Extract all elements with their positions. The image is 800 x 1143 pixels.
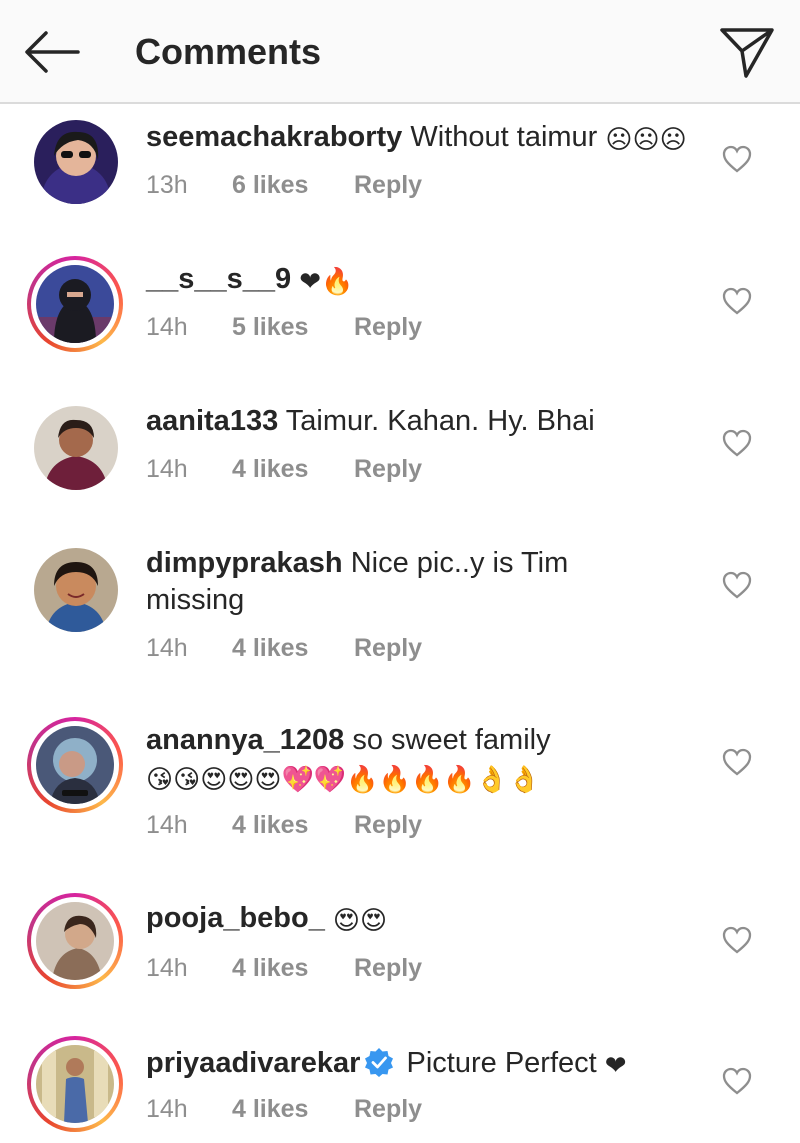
like-heart-icon[interactable] [721, 286, 753, 316]
arrow-left-icon [25, 31, 80, 73]
reply-button[interactable]: Reply [354, 952, 422, 984]
comment-body: Picture Perfect [406, 1047, 597, 1079]
comment-username[interactable]: aanita133 [146, 405, 278, 437]
comment-body: Without taimur [410, 121, 598, 153]
comment-emojis: ❤ [604, 1050, 627, 1080]
comment-time: 14h [146, 455, 188, 483]
comment-text: pooja_bebo_ 😍😍 [146, 900, 706, 937]
comment-username[interactable]: dimpyprakash [146, 547, 343, 579]
comment-text: aanita133 Taimur. Kahan. Hy. Bhai [146, 403, 706, 440]
likes-count[interactable]: 4 likes [232, 1093, 308, 1125]
avatar[interactable] [34, 120, 118, 204]
comment-body: Taimur. Kahan. Hy. Bhai [285, 405, 595, 437]
comment-emojis: ☹☹☹ [605, 124, 687, 154]
comment-emojis: 😍😍 [332, 905, 388, 935]
comment-emojis: ❤🔥 [299, 266, 354, 296]
avatar[interactable] [27, 1036, 123, 1132]
avatar-image [34, 120, 118, 204]
paper-plane-icon [720, 28, 774, 78]
comment-emojis: 😘😘😍😍😍💖💖🔥🔥🔥🔥👌👌 [146, 764, 541, 794]
share-button[interactable] [718, 24, 776, 80]
verified-badge-icon [365, 1048, 394, 1077]
avatar-image [36, 726, 114, 804]
reply-button[interactable]: Reply [354, 809, 422, 841]
like-heart-icon[interactable] [721, 570, 753, 600]
comment-time: 14h [146, 1095, 188, 1123]
likes-count[interactable]: 6 likes [232, 169, 308, 201]
avatar[interactable] [27, 717, 123, 813]
comment-time: 13h [146, 171, 188, 199]
reply-button[interactable]: Reply [354, 311, 422, 343]
avatar-image [36, 902, 114, 980]
reply-button[interactable]: Reply [354, 169, 422, 201]
likes-count[interactable]: 4 likes [232, 632, 308, 664]
like-heart-icon[interactable] [721, 1066, 753, 1096]
avatar-image [36, 1045, 114, 1123]
like-heart-icon[interactable] [721, 925, 753, 955]
comment-time: 14h [146, 313, 188, 341]
likes-count[interactable]: 4 likes [232, 453, 308, 485]
avatar[interactable] [27, 893, 123, 989]
comment-time: 14h [146, 811, 188, 839]
reply-button[interactable]: Reply [354, 453, 422, 485]
likes-count[interactable]: 5 likes [232, 311, 308, 343]
avatar-image [34, 548, 118, 632]
avatar-image [36, 265, 114, 343]
comment-username[interactable]: __s__s__9 [146, 263, 291, 295]
comment-username[interactable]: anannya_1208 [146, 724, 344, 756]
avatar[interactable] [34, 548, 118, 632]
like-heart-icon[interactable] [721, 747, 753, 777]
reply-button[interactable]: Reply [354, 632, 422, 664]
avatar-image [34, 406, 118, 490]
back-button[interactable] [22, 28, 82, 76]
comment-body: so sweet family [352, 724, 551, 756]
reply-button[interactable]: Reply [354, 1093, 422, 1125]
avatar[interactable] [27, 256, 123, 352]
likes-count[interactable]: 4 likes [232, 952, 308, 984]
comment-text: priyaadivarekar Picture Perfect ❤ [146, 1045, 706, 1082]
comment-text: seemachakraborty Without taimur ☹☹☹ [146, 119, 706, 156]
header-bar: Comments [0, 0, 800, 104]
likes-count[interactable]: 4 likes [232, 809, 308, 841]
avatar[interactable] [34, 406, 118, 490]
comment-time: 14h [146, 954, 188, 982]
comment-username[interactable]: pooja_bebo_ [146, 902, 325, 934]
comment-username[interactable]: priyaadivarekar [146, 1047, 360, 1079]
comment-time: 14h [146, 634, 188, 662]
like-heart-icon[interactable] [721, 428, 753, 458]
comment-text: dimpyprakash Nice pic..y is Tim missing [146, 545, 616, 619]
comment-username[interactable]: seemachakraborty [146, 121, 402, 153]
comment-text: __s__s__9 ❤🔥 [146, 261, 706, 298]
like-heart-icon[interactable] [721, 144, 753, 174]
comment-text: anannya_1208 so sweet family 😘😘😍😍😍💖💖🔥🔥🔥🔥👌… [146, 722, 706, 796]
page-title: Comments [135, 31, 322, 72]
